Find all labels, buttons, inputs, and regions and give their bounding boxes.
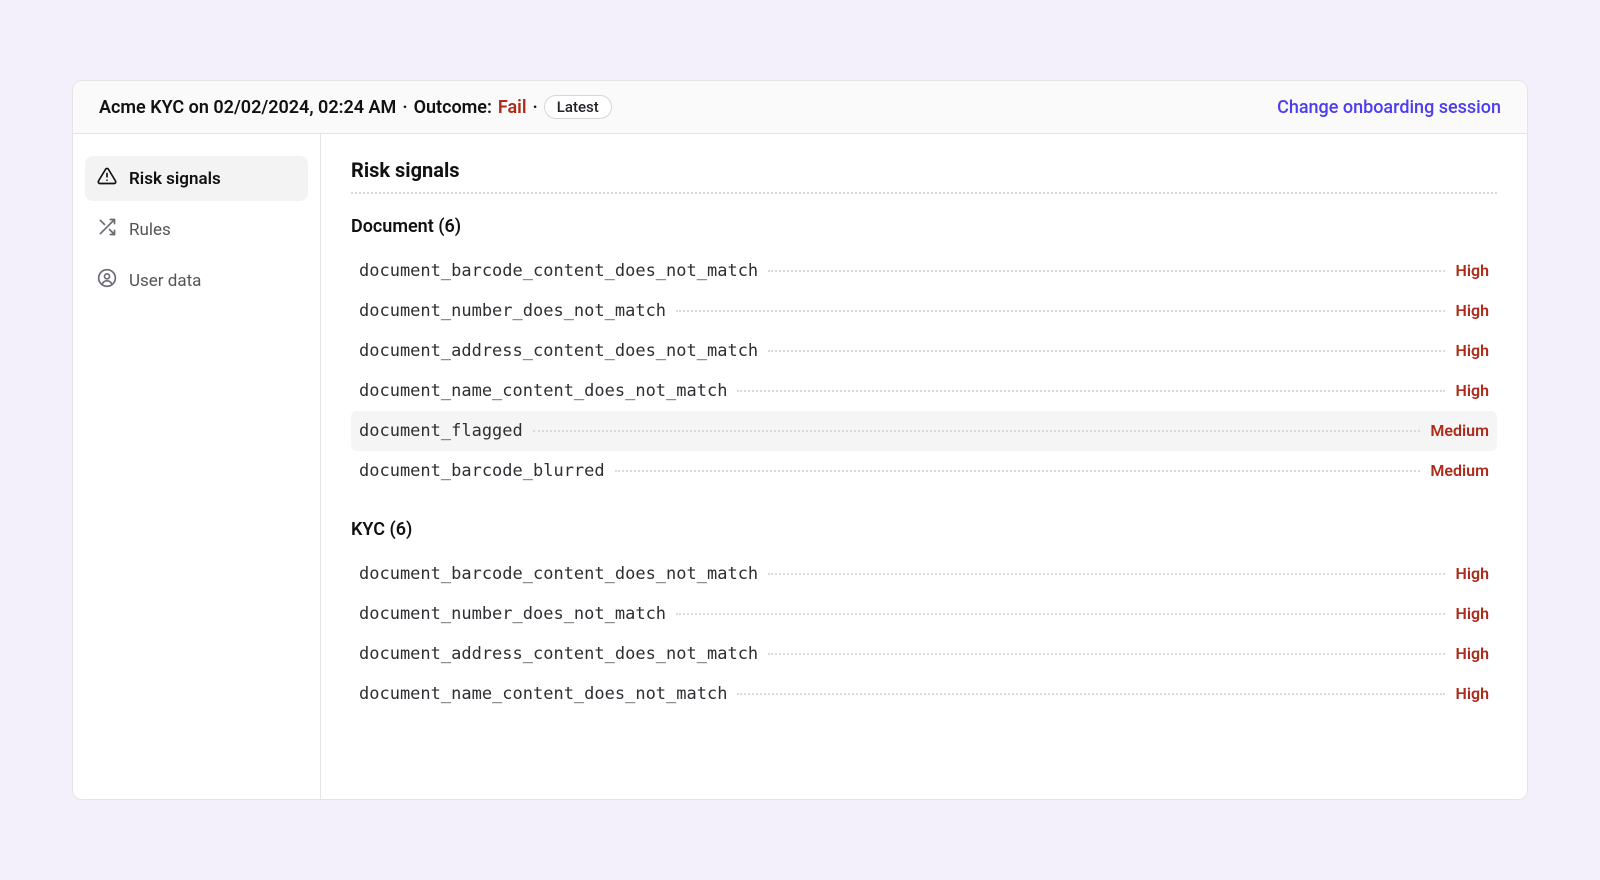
outcome-value: Fail	[498, 97, 527, 118]
signal-row[interactable]: document_name_content_does_not_match High	[351, 674, 1497, 714]
signal-name: document_address_content_does_not_match	[359, 644, 758, 664]
signal-severity: High	[1455, 301, 1489, 320]
signal-severity: High	[1455, 644, 1489, 663]
signal-severity: Medium	[1430, 461, 1489, 480]
signal-name: document_barcode_content_does_not_match	[359, 564, 758, 584]
dotted-fill	[737, 693, 1445, 695]
user-circle-icon	[97, 268, 117, 293]
separator: ·	[402, 97, 407, 118]
signal-name: document_number_does_not_match	[359, 604, 666, 624]
signal-severity: High	[1455, 604, 1489, 623]
signal-severity: High	[1455, 684, 1489, 703]
sidebar: Risk signals Rules User data	[73, 134, 321, 799]
signal-row[interactable]: document_address_content_does_not_match H…	[351, 634, 1497, 674]
dotted-fill	[676, 613, 1445, 615]
signal-name: document_address_content_does_not_match	[359, 341, 758, 361]
signal-name: document_barcode_content_does_not_match	[359, 261, 758, 281]
signal-row[interactable]: document_barcode_content_does_not_match H…	[351, 554, 1497, 594]
signal-severity: High	[1455, 261, 1489, 280]
signal-name: document_flagged	[359, 421, 523, 441]
signal-group: KYC (6) document_barcode_content_does_not…	[351, 519, 1497, 714]
dotted-fill	[615, 470, 1421, 472]
change-session-link[interactable]: Change onboarding session	[1277, 97, 1501, 118]
shuffle-icon	[97, 217, 117, 242]
signal-severity: High	[1455, 381, 1489, 400]
signal-name: document_barcode_blurred	[359, 461, 605, 481]
dotted-fill	[768, 573, 1445, 575]
title-underline	[351, 192, 1497, 194]
signal-name: document_name_content_does_not_match	[359, 684, 727, 704]
signal-row[interactable]: document_address_content_does_not_match H…	[351, 331, 1497, 371]
signal-group: Document (6) document_barcode_content_doe…	[351, 216, 1497, 491]
sidebar-item-label: Rules	[129, 220, 171, 240]
body: Risk signals Rules User data Risk signal…	[73, 134, 1527, 799]
dotted-fill	[737, 390, 1445, 392]
outcome-label: Outcome:	[414, 97, 492, 118]
dotted-fill	[533, 430, 1421, 432]
session-card: Acme KYC on 02/02/2024, 02:24 AM · Outco…	[72, 80, 1528, 800]
dotted-fill	[768, 270, 1445, 272]
dotted-fill	[768, 350, 1445, 352]
sidebar-item-label: Risk signals	[129, 169, 221, 189]
signal-row[interactable]: document_barcode_content_does_not_match H…	[351, 251, 1497, 291]
signal-severity: High	[1455, 341, 1489, 360]
signal-row[interactable]: document_number_does_not_match High	[351, 594, 1497, 634]
signal-severity: Medium	[1430, 421, 1489, 440]
dotted-fill	[676, 310, 1445, 312]
signal-row[interactable]: document_name_content_does_not_match High	[351, 371, 1497, 411]
sidebar-item-rules[interactable]: Rules	[85, 207, 308, 252]
signal-name: document_name_content_does_not_match	[359, 381, 727, 401]
sidebar-item-user-data[interactable]: User data	[85, 258, 308, 303]
group-title: KYC (6)	[351, 519, 1497, 540]
session-title: Acme KYC on 02/02/2024, 02:24 AM	[99, 97, 396, 118]
signal-row[interactable]: document_number_does_not_match High	[351, 291, 1497, 331]
signal-row[interactable]: document_flagged Medium	[351, 411, 1497, 451]
signal-row[interactable]: document_barcode_blurred Medium	[351, 451, 1497, 491]
page-title: Risk signals	[351, 158, 1497, 182]
group-title: Document (6)	[351, 216, 1497, 237]
signal-severity: High	[1455, 564, 1489, 583]
latest-badge: Latest	[544, 95, 612, 119]
dotted-fill	[768, 653, 1445, 655]
sidebar-item-label: User data	[129, 271, 201, 291]
topbar: Acme KYC on 02/02/2024, 02:24 AM · Outco…	[73, 81, 1527, 134]
separator: ·	[533, 97, 538, 118]
warning-triangle-icon	[97, 166, 117, 191]
signal-name: document_number_does_not_match	[359, 301, 666, 321]
main-content: Risk signals Document (6) document_barcod…	[321, 134, 1527, 799]
sidebar-item-risk-signals[interactable]: Risk signals	[85, 156, 308, 201]
